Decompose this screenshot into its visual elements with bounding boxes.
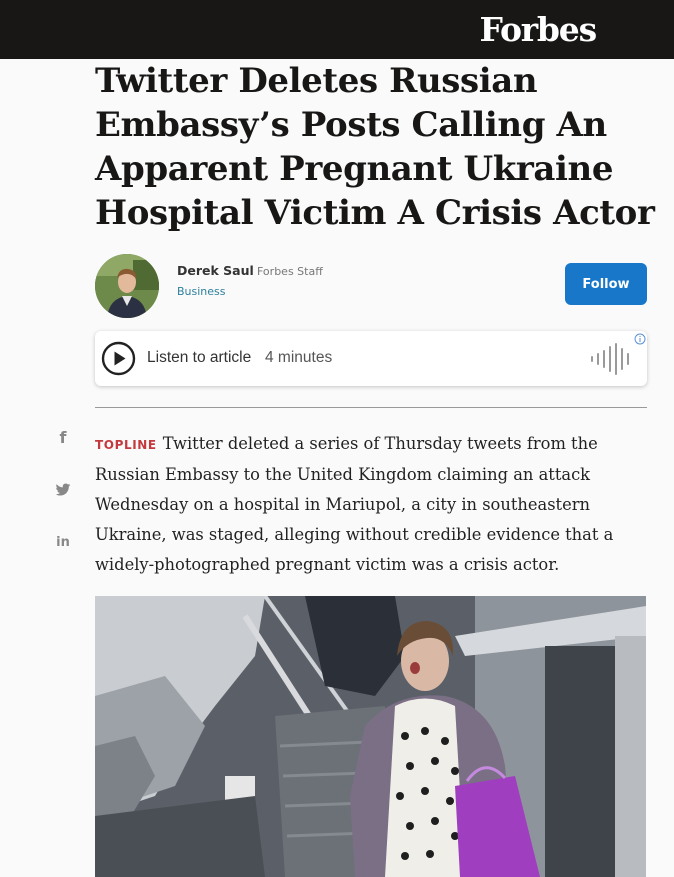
info-icon[interactable] — [634, 333, 646, 345]
author-section-link[interactable]: Business — [177, 285, 226, 298]
follow-button[interactable]: Follow — [565, 263, 647, 305]
listen-duration: 4 minutes — [265, 349, 333, 366]
article-topline-paragraph: TOPLINE Twitter deleted a series of Thurs… — [95, 429, 651, 580]
play-icon[interactable] — [101, 341, 136, 376]
twitter-bird-icon — [55, 483, 71, 496]
section-divider — [95, 407, 647, 408]
forbes-logo[interactable]: Forbes — [480, 10, 598, 49]
author-avatar[interactable] — [95, 254, 159, 318]
article-headline: Twitter Deletes Russian Embassy’s Posts … — [95, 61, 655, 233]
topline-label: TOPLINE — [95, 438, 157, 452]
listen-label: Listen to article — [147, 349, 252, 366]
soundwave-icon — [591, 343, 629, 375]
author-name[interactable]: Derek Saul — [177, 263, 254, 278]
linkedin-icon[interactable]: in — [54, 535, 72, 550]
author-role: Forbes Staff — [257, 265, 323, 278]
avatar-photo — [95, 254, 159, 318]
site-header: Forbes — [0, 0, 674, 59]
twitter-icon[interactable] — [54, 483, 72, 501]
topline-text: Twitter deleted a series of Thursday twe… — [95, 434, 614, 574]
facebook-icon[interactable]: f — [54, 428, 72, 447]
listen-to-article-player[interactable]: Listen to article 4 minutes — [95, 331, 647, 386]
article-hero-photo[interactable] — [95, 596, 646, 877]
hospital-stairwell-photo — [95, 596, 646, 877]
